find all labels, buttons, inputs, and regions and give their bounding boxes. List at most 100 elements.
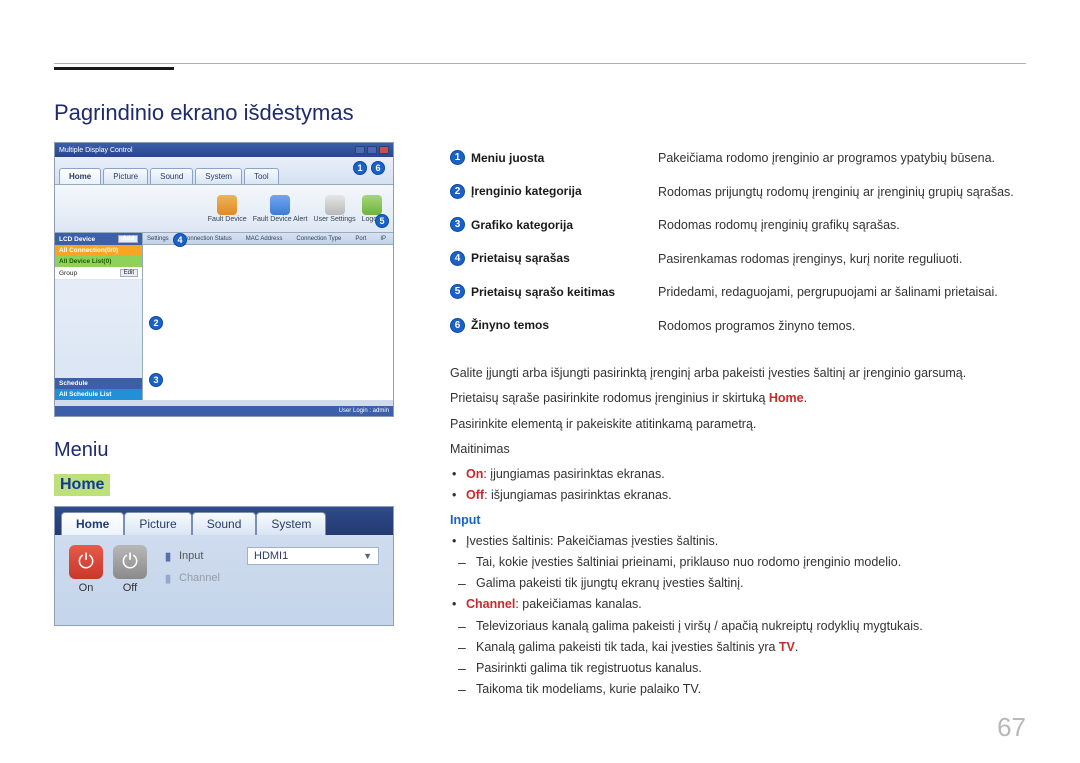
app-titlebar: Multiple Display Control — [55, 143, 393, 157]
legend-desc-1: Pakeičiama rodomo įrenginio ar programos… — [658, 150, 1026, 168]
badge-4: 4 — [173, 233, 187, 247]
channel-sub: Televizoriaus kanalą galima pakeisti į v… — [450, 616, 1026, 701]
row-bullet-icon: ▮ — [165, 550, 171, 563]
body-p1: Galite įjungti arba išjungti pasirinktą … — [450, 363, 1026, 384]
minimize-icon[interactable] — [355, 146, 365, 154]
main-area: Settings Connection Status MAC Address C… — [143, 233, 393, 400]
input-row: ▮ Input HDMI1▼ — [165, 545, 379, 567]
legend-badge-1: 1 — [450, 150, 465, 165]
legend-badge-4: 4 — [450, 251, 465, 266]
legend-badge-5: 5 — [450, 284, 465, 299]
power-off-button[interactable]: ⏻ Off — [113, 545, 147, 594]
left-column: Multiple Display Control Home Picture So… — [54, 142, 394, 701]
sidebar-edit-button[interactable]: Edit — [120, 269, 138, 277]
body-p4: Maitinimas — [450, 439, 1026, 460]
input-label: Input — [179, 550, 239, 562]
heading-home: Home — [54, 474, 110, 496]
legend-row-4: 4 Prietaisų sąrašas Pasirenkamas rodomas … — [450, 243, 1026, 277]
badge-2: 2 — [149, 316, 163, 330]
badge-3: 3 — [149, 373, 163, 387]
legend-desc-5: Pridedami, redaguojami, pergrupuojami ar… — [658, 284, 1026, 302]
tab-sound[interactable]: Sound — [150, 168, 193, 184]
bullet-channel: Channel: pakeičiamas kanalas. — [466, 594, 1026, 615]
right-column: 1Meniu juosta Pakeičiama rodomo įrengini… — [450, 142, 1026, 701]
channel-row: ▮ Channel — [165, 567, 379, 589]
channel-label: Channel — [179, 572, 239, 584]
home-body: ⏻ On ⏻ Off ▮ Input HDMI1▼ — [55, 535, 393, 604]
page-number: 67 — [997, 712, 1026, 743]
heading-meniu: Meniu — [54, 439, 394, 462]
maximize-icon[interactable] — [367, 146, 377, 154]
input-dropdown[interactable]: HDMI1▼ — [247, 547, 379, 565]
row-bullet-icon: ▮ — [165, 572, 171, 585]
legend-title-4: Prietaisų sąrašas — [471, 251, 570, 265]
window-controls — [355, 146, 389, 154]
htab-picture[interactable]: Picture — [124, 512, 191, 535]
sidebar-all-device[interactable]: All Device List(0) — [55, 256, 142, 267]
badge-5: 5 — [375, 214, 389, 228]
badge-1: 1 — [353, 161, 367, 175]
tab-home[interactable]: Home — [59, 168, 101, 184]
legend-title-5: Prietaisų sąrašo keitimas — [471, 285, 615, 299]
logout-icon — [362, 195, 382, 215]
home-tabs: Home Picture Sound System — [55, 507, 393, 535]
legend-row-3: 3 Grafiko kategorija Rodomas rodomų įreng… — [450, 209, 1026, 243]
legend-title-2: Įrenginio kategorija — [471, 184, 582, 198]
app-toolbar: Fault Device Fault Device Alert User Set… — [55, 185, 393, 233]
legend-badge-2: 2 — [450, 184, 465, 199]
user-settings-icon — [325, 195, 345, 215]
legend-desc-6: Rodomos programos žinyno temos. — [658, 318, 1026, 336]
app-screenshot: Multiple Display Control Home Picture So… — [54, 142, 394, 417]
legend-desc-4: Pasirenkamas rodomas įrenginys, kurį nor… — [658, 251, 1026, 269]
top-block — [54, 67, 174, 70]
app-title: Multiple Display Control — [59, 147, 133, 154]
close-icon[interactable] — [379, 146, 389, 154]
htab-home[interactable]: Home — [61, 512, 124, 535]
bullet-src: Įvesties šaltinis: Pakeičiamas įvesties … — [466, 531, 1026, 552]
legend-title-6: Žinyno temos — [471, 318, 549, 332]
heading-layout: Pagrindinio ekrano išdėstymas — [54, 100, 1026, 126]
power-bullets: On: įjungiamas pasirinktas ekranas. Off:… — [450, 464, 1026, 507]
toolbar-user[interactable]: User Settings — [314, 195, 356, 223]
sidebar-lcd-head[interactable]: LCD DeviceAdd — [55, 233, 142, 245]
tab-system[interactable]: System — [195, 168, 242, 184]
ch-sub2: Kanalą galima pakeisti tik tada, kai įve… — [476, 637, 1026, 658]
power-group: ⏻ On ⏻ Off — [69, 545, 147, 594]
status-bar: User Login : admin — [55, 406, 393, 416]
legend-title-3: Grafiko kategorija — [471, 218, 573, 232]
sidebar-schedule-head[interactable]: Schedule — [55, 378, 142, 389]
tab-tool[interactable]: Tool — [244, 168, 279, 184]
legend-row-5: 5 Prietaisų sąrašo keitimas Pridedami, re… — [450, 276, 1026, 310]
toolbar-fault-alert[interactable]: Fault Device Alert — [253, 195, 308, 223]
power-off-icon: ⏻ — [113, 545, 147, 579]
power-on-button[interactable]: ⏻ On — [69, 545, 103, 594]
legend-badge-3: 3 — [450, 217, 465, 232]
chevron-down-icon: ▼ — [363, 551, 372, 561]
ch-sub1: Televizoriaus kanalą galima pakeisti į v… — [476, 616, 1026, 637]
src-sub2: Galima pakeisti tik įjungtų ekranų įvest… — [476, 573, 1026, 594]
htab-sound[interactable]: Sound — [192, 512, 257, 535]
sidebar-all-schedule[interactable]: All Schedule List — [55, 389, 142, 400]
legend-desc-3: Rodomas rodomų įrenginių grafikų sąrašas… — [658, 217, 1026, 235]
tab-picture[interactable]: Picture — [103, 168, 148, 184]
body-p3: Pasirinkite elementą ir pakeiskite atiti… — [450, 414, 1026, 435]
sidebar-add-button[interactable]: Add — [118, 235, 138, 243]
sidebar: LCD DeviceAdd All Connection(0/0) All De… — [55, 233, 143, 400]
home-screenshot: Home Picture Sound System ⏻ On ⏻ Off — [54, 506, 394, 626]
htab-system[interactable]: System — [256, 512, 326, 535]
sidebar-group-row: GroupEdit — [55, 267, 142, 280]
ch-sub4: Taikoma tik modeliams, kurie palaiko TV. — [476, 679, 1026, 700]
top-hairline — [54, 63, 1026, 64]
input-heading: Input — [450, 513, 1026, 527]
app-tabstrip: Home Picture Sound System Tool 1 6 — [55, 157, 393, 185]
legend-row-6: 6 Žinyno temos Rodomos programos žinyno t… — [450, 310, 1026, 344]
bullet-off: Off: išjungiamas pasirinktas ekranas. — [466, 485, 1026, 506]
fault-device-icon — [217, 195, 237, 215]
fault-alert-icon — [270, 195, 290, 215]
sidebar-connection[interactable]: All Connection(0/0) — [55, 245, 142, 256]
input-sub: Tai, kokie įvesties šaltiniai prieinami,… — [450, 552, 1026, 595]
toolbar-fault-device[interactable]: Fault Device — [208, 195, 247, 223]
badge-6: 6 — [371, 161, 385, 175]
src-sub1: Tai, kokie įvesties šaltiniai prieinami,… — [476, 552, 1026, 573]
legend-badge-6: 6 — [450, 318, 465, 333]
